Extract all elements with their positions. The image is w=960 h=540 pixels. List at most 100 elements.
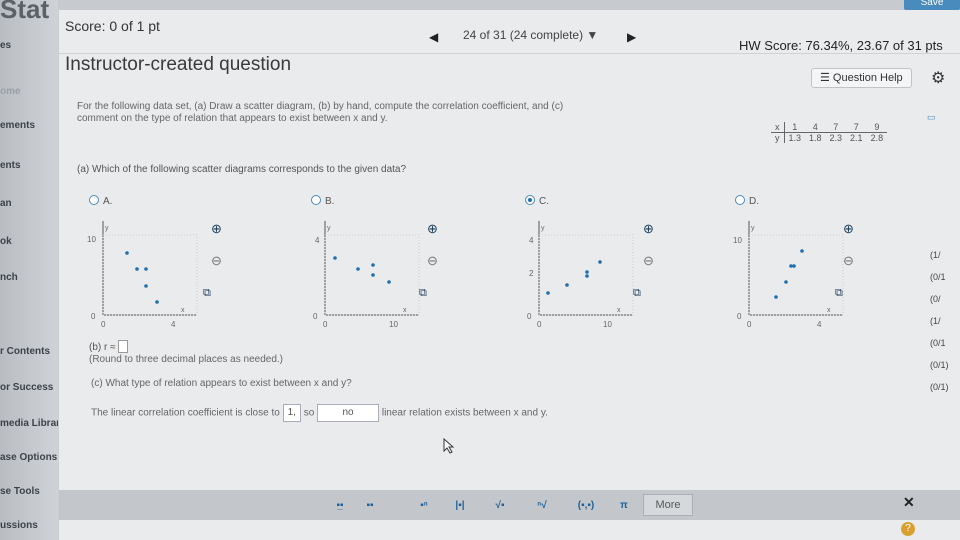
right-score-column: (1/ (0/1 (0/ (1/ (0/1 (0/1) (0/1) [930,250,949,404]
option-c-radio[interactable]: C. [525,195,549,207]
data-point [800,249,804,253]
radio-button[interactable] [311,195,321,205]
option-d[interactable]: D. 10 0 0 4 y x ⊕ ⊖ ⧉ [731,195,891,335]
score-fragment: (0/1) [930,360,949,370]
sidebar-item[interactable]: an [0,198,12,209]
table-cell: 2.1 [850,133,863,143]
option-label: A. [103,196,113,207]
sidebar-item[interactable]: ements [0,120,35,131]
sidebar-item[interactable]: ase Options [0,452,57,463]
data-point [125,251,129,255]
minimize-icon[interactable]: ▭ [927,112,936,123]
x-header: x [771,122,785,133]
more-button[interactable]: More [643,494,693,516]
sidebar-item[interactable]: media Library [0,418,66,429]
sidebar: Stat es ome ements ents an ok nch r Cont… [0,0,66,540]
radio-button[interactable] [735,195,745,205]
nth-root-icon[interactable]: ⁿ√ [533,498,551,514]
math-toolbar: ▪̲▪ ▪▪ ▪ⁿ |▪| √▪ ⁿ√ (▪,▪) π More ✕ [59,490,960,520]
absolute-value-icon[interactable]: |▪| [451,498,469,514]
origin-label: 0 [537,320,542,329]
expand-icon[interactable]: ⧉ [419,287,427,300]
zoom-in-icon[interactable]: ⊕ [211,221,222,237]
scatter-plot-b: 4 0 0 10 y x [313,221,420,329]
relation-dropdown[interactable]: no [317,404,380,422]
zoom-in-icon[interactable]: ⊕ [427,221,438,237]
gear-icon[interactable]: ⚙ [931,68,945,88]
table-cell: 1 [784,122,806,133]
square-root-icon[interactable]: √▪ [491,498,509,514]
answer-row: The linear correlation coefficient is cl… [91,404,548,422]
question-help-button[interactable]: ☰ Question Help [811,68,912,88]
correlation-answer-box[interactable]: 1, [282,404,301,422]
expand-icon[interactable]: ⧉ [633,287,641,300]
option-a-radio[interactable]: A. [89,195,112,207]
mouse-cursor-icon [443,438,455,454]
scatter-plot-d: 10 0 0 4 y x [733,221,844,329]
sidebar-item[interactable]: or Success [0,382,53,393]
zoom-in-icon[interactable]: ⊕ [643,221,654,237]
fraction-icon[interactable]: ▪̲▪ [331,498,349,514]
option-b-radio[interactable]: B. [311,195,334,207]
table-cell: 7 [825,122,847,133]
sidebar-item[interactable]: es [0,40,11,51]
list-icon: ☰ [820,72,833,84]
previous-question-icon[interactable]: ◀ [429,30,438,44]
data-point [144,284,148,288]
exponent-icon[interactable]: ▪ⁿ [415,498,433,514]
sidebar-item[interactable]: r Contents [0,346,50,357]
mixed-number-icon[interactable]: ▪▪ [361,498,379,514]
option-c[interactable]: C. 4 2 0 0 10 y x ⊕ ⊖ ⧉ [521,195,681,335]
option-a[interactable]: A. 10 0 0 4 y x ⊕ ⊖ ⧉ [85,195,245,335]
next-question-icon[interactable]: ▶ [627,30,636,44]
radio-button-selected[interactable] [525,195,535,205]
svg-text:y: y [105,225,109,232]
svg-text:y: y [541,225,545,232]
data-point [585,274,589,278]
expand-icon[interactable]: ⧉ [203,287,211,300]
option-b[interactable]: B. 4 0 0 10 y x ⊕ ⊖ ⧉ [307,195,467,335]
score-fragment: (1/ [930,250,941,260]
sidebar-item[interactable]: se Tools [0,486,40,497]
data-point [155,300,159,304]
table-cell: 2.8 [870,133,884,143]
app-title: Stat [0,0,50,24]
score-label: Score: 0 of 1 pt [65,18,160,34]
score-fragment: (0/1) [930,382,949,392]
sidebar-item[interactable]: ussions [0,520,38,531]
help-icon[interactable]: ? [901,522,915,536]
svg-text:x: x [403,307,407,314]
sidebar-item[interactable]: nch [0,272,18,283]
data-point [784,280,788,284]
table-cell: 1.3 [788,133,802,143]
data-point [598,260,602,264]
ordered-pair-icon[interactable]: (▪,▪) [573,498,599,514]
question-progress-dropdown[interactable]: 24 of 31 (24 complete) ▼ [463,28,598,42]
x-tick: 10 [603,320,612,329]
score-fragment: (1/ [930,316,941,326]
pi-icon[interactable]: π [615,498,633,514]
sidebar-item[interactable]: ok [0,236,12,247]
data-point [387,280,391,284]
part-b-row: (b) r ≈ [89,340,129,353]
y-tick: 10 [733,236,742,245]
r-answer-input[interactable] [118,340,129,353]
score-fragment: (0/1 [930,272,946,282]
round-note: (Round to three decimal places as needed… [89,354,284,365]
close-icon[interactable]: ✕ [903,494,915,511]
option-d-radio[interactable]: D. [735,195,759,207]
scatter-plot-c: 4 2 0 0 10 y x [527,221,634,329]
table-cell: 9 [866,122,888,133]
sidebar-item[interactable]: ome [0,86,21,97]
part-a-prompt: (a) Which of the following scatter diagr… [77,164,407,175]
sidebar-item[interactable]: ents [0,160,21,171]
zoom-out-icon[interactable]: ⊖ [427,253,438,269]
radio-button[interactable] [89,195,99,205]
zoom-out-icon[interactable]: ⊖ [211,253,222,269]
svg-text:x: x [181,307,185,314]
zoom-in-icon[interactable]: ⊕ [843,221,854,237]
save-button[interactable]: Save [904,0,960,10]
expand-icon[interactable]: ⧉ [835,287,843,300]
zoom-out-icon[interactable]: ⊖ [843,253,854,269]
zoom-out-icon[interactable]: ⊖ [643,253,654,269]
